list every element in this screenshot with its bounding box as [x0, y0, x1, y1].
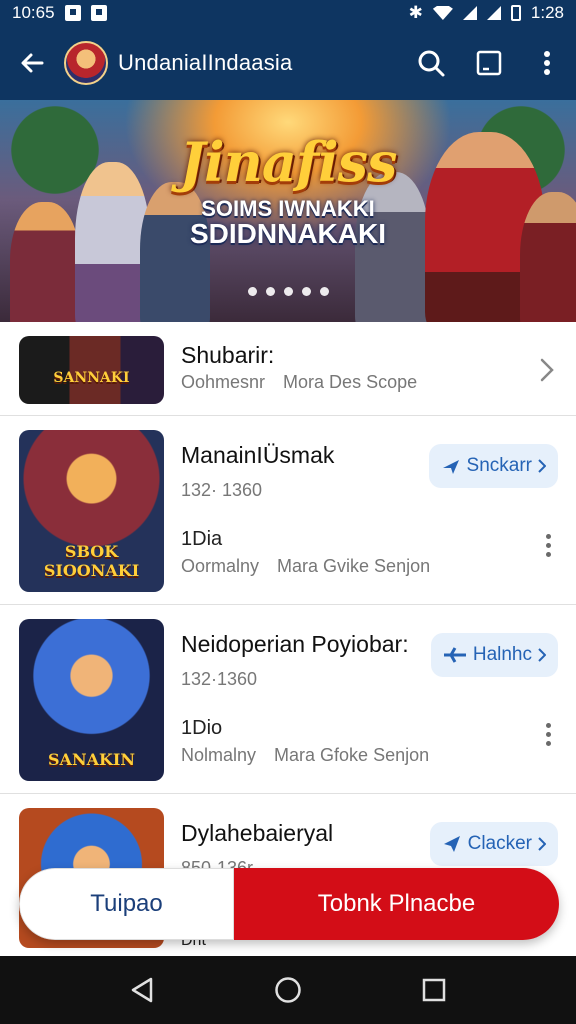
banner-title: Jinafiss — [179, 130, 398, 194]
back-button[interactable] — [0, 26, 64, 100]
more-button[interactable] — [544, 723, 552, 746]
status-time: 10:65 — [12, 3, 55, 22]
bluetooth-icon: ✱ — [408, 3, 423, 22]
item-count: 1Dio — [181, 717, 223, 739]
home-circle-icon[interactable] — [274, 976, 302, 1004]
tab-view-button[interactable] — [460, 26, 518, 100]
list-item[interactable]: SANAKIN Neidoperian Poyiobar: 132·1360 1… — [0, 605, 576, 794]
carousel-dot[interactable] — [283, 287, 293, 296]
square-icon — [476, 50, 502, 76]
thumbnail-label: SANNAKI — [53, 370, 130, 386]
item-title: ManainIÜsmak — [181, 442, 335, 468]
action-label: Halnhc — [472, 644, 532, 665]
meta-left: Oohmesnr — [181, 372, 266, 392]
carousel-dot[interactable] — [247, 287, 257, 296]
more-options-button[interactable] — [518, 26, 576, 100]
signal-icon — [486, 6, 501, 20]
back-triangle-icon[interactable] — [129, 976, 155, 1004]
carousel-indicator — [0, 287, 576, 296]
meta-right: Mara Gvike Senjon — [277, 556, 431, 576]
notification-icon — [90, 5, 107, 21]
banner-subtitle: SDIDNNAKAKI — [190, 218, 386, 249]
chevron-right-icon — [538, 648, 546, 662]
item-sub: 132· 1360 — [181, 480, 263, 500]
action-label: Clacker — [467, 833, 532, 854]
carousel-dot[interactable] — [265, 287, 275, 296]
app-avatar — [64, 41, 108, 85]
send-icon — [443, 836, 460, 852]
item-meta: Nolmalny Mara Gfoke Senjon — [181, 745, 429, 766]
meta-left: Oormalny — [181, 556, 260, 576]
item-sub: 132·1360 — [181, 669, 258, 689]
chevron-right-icon — [538, 837, 546, 851]
back-arrow-icon — [21, 53, 44, 73]
app-bar: UndaniaIIndaasia — [0, 26, 576, 100]
action-button[interactable]: Snckarr — [428, 444, 558, 488]
signal-icon — [462, 6, 477, 20]
primary-button[interactable]: Tobnk Plnacbe — [234, 868, 559, 940]
more-button[interactable] — [544, 534, 552, 557]
notification-icon — [64, 5, 81, 21]
item-title: Shubarir: — [181, 342, 275, 368]
meta-right: Mora Des Scope — [283, 372, 418, 392]
airplane-icon — [443, 647, 466, 663]
recents-square-icon[interactable] — [421, 977, 447, 1003]
search-icon — [418, 50, 445, 77]
chevron-right-icon — [538, 459, 546, 473]
item-count: 1Dia — [181, 528, 223, 550]
action-button[interactable]: Halnhc — [430, 633, 558, 677]
status-time-right: 1:28 — [530, 3, 564, 22]
game-thumbnail: SANNAKI — [19, 336, 164, 404]
action-label: Snckarr — [466, 455, 532, 476]
app-title: UndaniaIIndaasia — [118, 50, 293, 75]
thumbnail-label: SBOK SIOONAKI — [43, 542, 140, 580]
item-meta: Oormalny Mara Gvike Senjon — [181, 556, 430, 577]
item-title: Neidoperian Poyiobar: — [181, 631, 409, 657]
system-nav-bar — [0, 956, 576, 1024]
status-bar: 10:65 ✱ 1:28 — [0, 0, 576, 26]
game-thumbnail: SANAKIN — [19, 619, 164, 781]
floating-action-bar: Tuipao Tobnk Plnacbe — [19, 868, 559, 940]
item-title: Dylahebaieryal — [181, 820, 334, 846]
meta-left: Nolmalny — [181, 745, 257, 765]
more-vert-icon — [544, 51, 550, 75]
secondary-button[interactable]: Tuipao — [19, 868, 234, 940]
carousel-dot[interactable] — [301, 287, 311, 296]
game-thumbnail: SBOK SIOONAKI — [19, 430, 164, 592]
plane-icon — [442, 460, 459, 474]
battery-icon — [510, 5, 521, 21]
list-item[interactable]: SANNAKI Shubarir: Oohmesnr Mora Des Scope — [0, 322, 576, 416]
thumbnail-label: SANAKIN — [47, 750, 136, 769]
list-item[interactable]: SBOK SIOONAKI ManainIÜsmak 132· 1360 1Di… — [0, 416, 576, 605]
item-meta: Oohmesnr Mora Des Scope — [181, 372, 417, 393]
carousel-dot[interactable] — [319, 287, 329, 296]
action-button[interactable]: Clacker — [429, 822, 558, 866]
meta-right: Mara Gfoke Senjon — [274, 745, 430, 765]
wifi-icon — [432, 6, 453, 20]
chevron-right-icon[interactable] — [540, 358, 554, 382]
search-button[interactable] — [402, 26, 460, 100]
